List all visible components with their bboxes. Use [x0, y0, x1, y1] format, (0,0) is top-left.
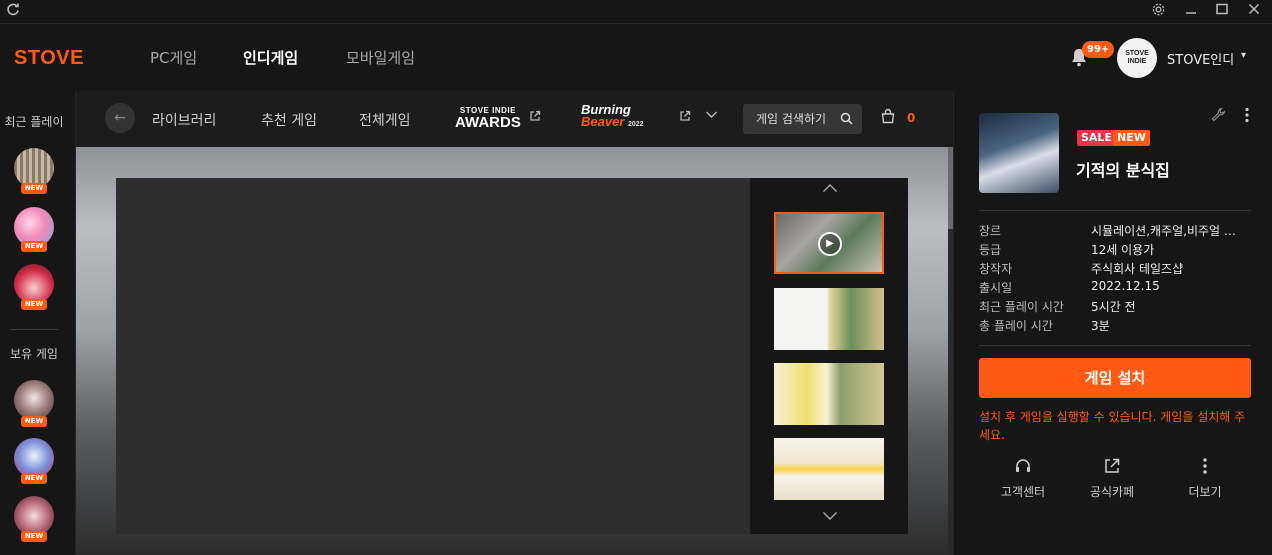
- refresh-icon[interactable]: [6, 3, 22, 19]
- caret-down-icon[interactable]: ▾: [1241, 50, 1246, 61]
- info-creator: 창작자 주식회사 테일즈샵: [979, 260, 1251, 279]
- official-cafe-button[interactable]: 공식카페: [1072, 457, 1152, 500]
- customer-center-label: 고객센터: [1000, 485, 1046, 499]
- official-cafe-label: 공식카페: [1089, 485, 1135, 499]
- recent-game-avatar[interactable]: [14, 264, 54, 304]
- info-total-playtime: 총 플레이 시간 3분: [979, 317, 1251, 336]
- tab-recommended[interactable]: 추천 게임: [261, 110, 317, 130]
- info-value: 2022.12.15: [1091, 279, 1160, 293]
- maximize-icon[interactable]: [1213, 2, 1231, 20]
- avatar[interactable]: STOVE INDIE: [1117, 38, 1157, 78]
- stove-logo[interactable]: STOVE: [14, 47, 84, 70]
- new-badge: NEW: [21, 183, 47, 194]
- more-button[interactable]: 더보기: [1165, 457, 1245, 500]
- game-hero-background: ▶: [76, 147, 948, 555]
- info-value: 시뮬레이션,캐주얼,비주얼 …: [1091, 224, 1236, 238]
- burning-year: 2022: [628, 121, 644, 128]
- info-last-played: 최근 플레이 시간 5시간 전: [979, 298, 1251, 317]
- cart-icon[interactable]: [880, 108, 896, 128]
- info-value: 주식회사 테일즈샵: [1091, 262, 1184, 276]
- indie-awards-link[interactable]: STOVE INDIE AWARDS: [455, 106, 521, 130]
- search-icon: [840, 104, 853, 136]
- gear-icon[interactable]: [1149, 2, 1167, 20]
- nav-indie-games[interactable]: 인디게임: [243, 47, 298, 68]
- back-button[interactable]: ←: [105, 103, 135, 133]
- media-thumbnails: ▶: [750, 178, 908, 534]
- info-key: 최근 플레이 시간: [979, 300, 1064, 314]
- minimize-icon[interactable]: [1182, 2, 1200, 20]
- info-genre: 장르 시뮬레이션,캐주얼,비주얼 …: [979, 222, 1251, 241]
- external-link-icon: [679, 110, 691, 125]
- info-value: 12세 이용가: [1091, 243, 1155, 257]
- tab-all-games[interactable]: 전체게임: [359, 110, 411, 130]
- new-badge: NEW: [21, 241, 47, 252]
- recent-game-avatar[interactable]: [14, 148, 54, 188]
- awards-bottom-text: AWARDS: [455, 114, 521, 131]
- owned-game-avatar[interactable]: [14, 496, 54, 536]
- more-vertical-icon[interactable]: [1244, 107, 1250, 127]
- nav-mobile-games[interactable]: 모바일게임: [346, 47, 415, 68]
- window-titlebar: [0, 0, 1272, 24]
- notification-badge: 99+: [1082, 41, 1115, 58]
- external-link-icon: [1072, 457, 1152, 479]
- owned-games-label: 보유 게임: [10, 347, 58, 361]
- main-content: ← 라이브러리 추천 게임 전체게임 STOVE INDIE AWARDS Bu…: [75, 91, 954, 555]
- burning-beaver-link[interactable]: Burning Beaver 2022: [581, 103, 644, 131]
- headset-icon: [983, 457, 1063, 479]
- nav-pc-games[interactable]: PC게임: [150, 47, 197, 68]
- chevron-down-icon[interactable]: [822, 510, 838, 524]
- info-rating: 등급 12세 이용가: [979, 241, 1251, 260]
- sub-navigation: ← 라이브러리 추천 게임 전체게임 STOVE INDIE AWARDS Bu…: [76, 91, 954, 147]
- new-badge: NEW: [21, 473, 47, 484]
- chevron-down-icon[interactable]: [705, 108, 718, 125]
- thumbnail-screenshot[interactable]: [774, 288, 884, 350]
- divider: [979, 210, 1251, 211]
- install-note: 설치 후 게임을 실행할 수 있습니다. 게임을 설치해 주세요.: [979, 410, 1246, 442]
- thumbnail-screenshot[interactable]: [774, 363, 884, 425]
- more-vertical-icon: [1165, 457, 1245, 479]
- chevron-up-icon[interactable]: [822, 182, 838, 196]
- play-icon: ▶: [818, 232, 842, 256]
- info-key: 출시일: [979, 281, 1013, 295]
- wrench-icon[interactable]: [1211, 107, 1226, 126]
- new-badge: NEW: [21, 531, 47, 542]
- search-label: 게임 검색하기: [756, 112, 827, 126]
- info-value: 5시간 전: [1091, 300, 1136, 314]
- install-game-button[interactable]: 게임 설치: [979, 358, 1251, 398]
- thumbnail-screenshot[interactable]: [774, 438, 884, 500]
- sale-tag: SALE: [1077, 130, 1116, 146]
- new-tag: NEW: [1113, 130, 1150, 146]
- game-cover-image: [979, 113, 1059, 193]
- info-key: 창작자: [979, 262, 1013, 276]
- new-badge: NEW: [21, 299, 47, 310]
- avatar-text: STOVE INDIE: [1125, 50, 1149, 65]
- close-icon[interactable]: [1245, 2, 1263, 20]
- cart-count: 0: [907, 111, 916, 125]
- media-player[interactable]: [116, 178, 750, 534]
- beaver-text: Beaver: [581, 114, 625, 129]
- top-navigation: STOVE PC게임 인디게임 모바일게임 99+ STOVE INDIE ST…: [0, 25, 1272, 91]
- owned-game-avatar[interactable]: [14, 380, 54, 420]
- game-search-button[interactable]: 게임 검색하기: [743, 104, 862, 134]
- thumbnail-video[interactable]: ▶: [774, 212, 884, 274]
- game-title: 기적의 분식집: [1076, 161, 1170, 180]
- left-rail: 최근 플레이 NEW NEW NEW 보유 게임 NEW NEW NEW: [0, 91, 75, 555]
- rail-divider: [10, 329, 58, 330]
- recent-play-label: 최근 플레이: [4, 115, 64, 129]
- user-name[interactable]: STOVE인디: [1167, 49, 1234, 68]
- info-key: 총 플레이 시간: [979, 319, 1053, 333]
- new-badge: NEW: [21, 416, 47, 427]
- external-link-icon: [529, 110, 541, 125]
- arrow-left-icon: ←: [114, 110, 126, 126]
- divider: [979, 345, 1251, 346]
- info-release-date: 출시일 2022.12.15: [979, 279, 1251, 298]
- game-detail-panel: SALE NEW 기적의 분식집 장르 시뮬레이션,캐주얼,비주얼 … 등급 1…: [953, 91, 1272, 555]
- info-key: 장르: [979, 224, 1002, 238]
- more-label: 더보기: [1188, 485, 1222, 499]
- info-value: 3분: [1091, 319, 1110, 333]
- info-key: 등급: [979, 243, 1002, 257]
- owned-game-avatar[interactable]: [14, 438, 54, 478]
- tab-library[interactable]: 라이브러리: [152, 110, 216, 130]
- customer-center-button[interactable]: 고객센터: [983, 457, 1063, 500]
